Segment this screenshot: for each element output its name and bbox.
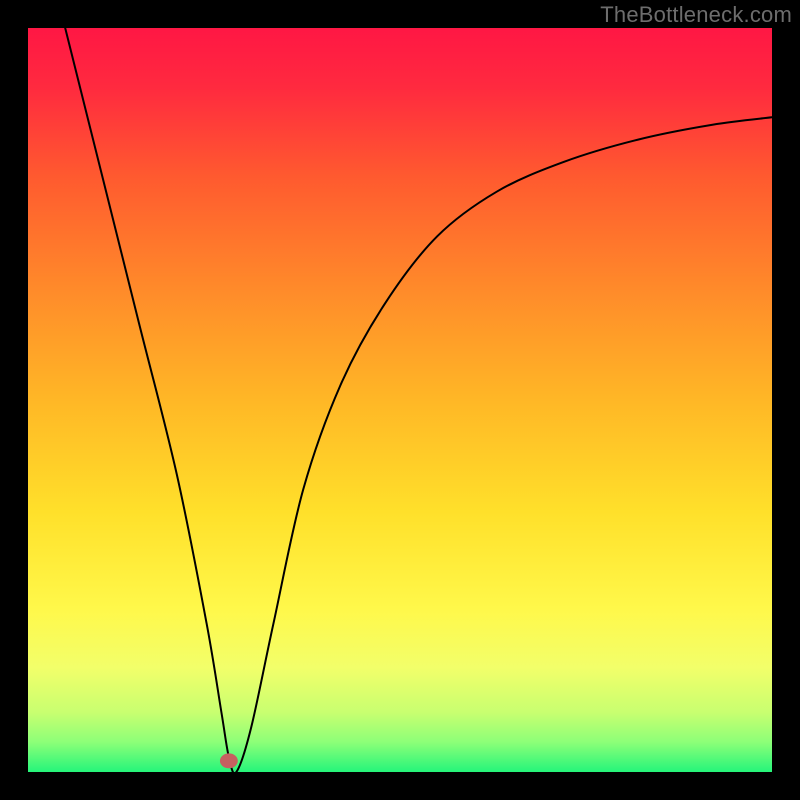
chart-container: TheBottleneck.com <box>0 0 800 800</box>
watermark-text: TheBottleneck.com <box>600 2 792 28</box>
minimum-marker <box>220 753 238 768</box>
plot-area <box>28 28 772 772</box>
chart-svg <box>28 28 772 772</box>
gradient-rect <box>28 28 772 772</box>
